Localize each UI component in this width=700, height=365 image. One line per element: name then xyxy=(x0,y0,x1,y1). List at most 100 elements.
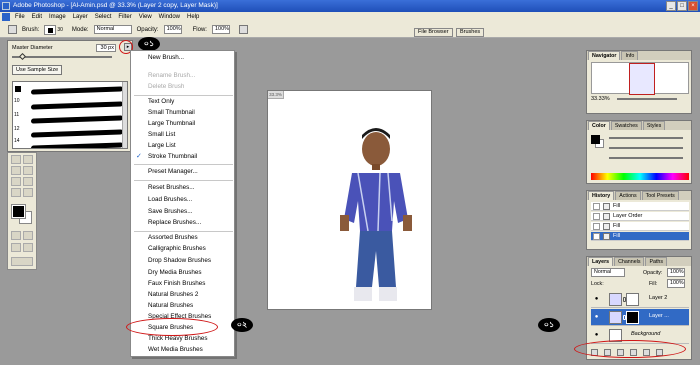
crop-tool-icon[interactable] xyxy=(11,166,21,175)
history-row[interactable]: Fill xyxy=(591,222,689,231)
menu-item-save-brushes[interactable]: Save Brushes... xyxy=(148,207,192,217)
tab-paths[interactable]: Paths xyxy=(645,257,668,266)
clone-stamp-icon[interactable] xyxy=(11,188,21,197)
tab-styles[interactable]: Styles xyxy=(642,121,666,130)
color-slider-g[interactable] xyxy=(609,147,683,149)
tab-actions[interactable]: Actions xyxy=(615,191,641,200)
tab-channels[interactable]: Channels xyxy=(614,257,645,266)
menu-item-preset-manager[interactable]: Preset Manager... xyxy=(148,167,198,177)
tab-navigator[interactable]: Navigator xyxy=(588,51,621,60)
master-diameter-field[interactable]: 30 px xyxy=(96,44,116,52)
tab-color[interactable]: Color xyxy=(588,121,610,130)
menu-item-reset-brushes[interactable]: Reset Brushes... xyxy=(148,183,195,193)
blend-mode-select[interactable]: Normal xyxy=(591,268,625,277)
menu-item-new-brush[interactable]: New Brush... xyxy=(148,53,184,63)
foreground-color-swatch[interactable] xyxy=(11,204,26,219)
tab-layers[interactable]: Layers xyxy=(588,257,614,266)
eye-icon[interactable]: ● xyxy=(593,332,600,338)
minimize-button[interactable]: _ xyxy=(666,1,676,11)
menu-item-faux-finish-brushes[interactable]: Faux Finish Brushes xyxy=(148,279,205,289)
menu-item-text-only[interactable]: Text Only xyxy=(148,97,174,107)
menu-select[interactable]: Select xyxy=(95,14,112,20)
brush-item[interactable]: 14 xyxy=(13,138,127,148)
tab-tool-presets[interactable]: Tool Presets xyxy=(641,191,679,200)
menu-item-drop-shadow-brushes[interactable]: Drop Shadow Brushes xyxy=(148,256,211,266)
file-browser-tab[interactable]: File Browser xyxy=(414,28,453,37)
navigator-view-box[interactable] xyxy=(629,63,655,95)
menu-edit[interactable]: Edit xyxy=(32,14,42,20)
menu-item-replace-brushes[interactable]: Replace Brushes... xyxy=(148,218,201,228)
document-canvas[interactable]: 33.3% xyxy=(267,90,432,310)
close-button[interactable]: × xyxy=(688,1,698,11)
layer-row-selected[interactable]: ● Layer ... xyxy=(591,309,689,326)
menu-item-natural-brushes[interactable]: Natural Brushes xyxy=(148,301,193,311)
brushes-tab[interactable]: Brushes xyxy=(456,28,485,37)
menu-item-rename-brush[interactable]: Rename Brush... xyxy=(148,71,195,81)
layers-opacity-field[interactable]: 100% xyxy=(667,268,685,277)
navigator-preview[interactable] xyxy=(591,62,689,95)
magic-wand-tool-icon[interactable] xyxy=(23,155,33,164)
screen-mode-icon[interactable] xyxy=(11,243,21,252)
menu-help[interactable]: Help xyxy=(187,14,199,20)
history-row[interactable]: Fill xyxy=(591,202,689,211)
menu-item-assorted-brushes[interactable]: Assorted Brushes xyxy=(148,233,198,243)
brush-list-scrollbar[interactable] xyxy=(122,82,127,148)
tab-history[interactable]: History xyxy=(588,191,615,200)
history-brush-source[interactable] xyxy=(593,223,600,230)
slider-thumb[interactable] xyxy=(18,52,27,61)
brush-item[interactable] xyxy=(13,84,127,96)
brush-tool-icon[interactable] xyxy=(23,177,33,186)
color-ramp[interactable] xyxy=(591,173,689,180)
menu-item-load-brushes[interactable]: Load Brushes... xyxy=(148,195,192,205)
brush-preset-picker[interactable] xyxy=(44,24,57,35)
navigator-zoom-value[interactable]: 33.33% xyxy=(591,96,610,102)
full-screen-icon[interactable] xyxy=(23,243,33,252)
imageready-icon[interactable] xyxy=(11,257,33,266)
history-brush-source[interactable] xyxy=(593,203,600,210)
history-row-selected[interactable]: Fill xyxy=(591,232,689,241)
maximize-button[interactable]: □ xyxy=(677,1,687,11)
healing-brush-icon[interactable] xyxy=(11,177,21,186)
menu-item-small-thumbnail[interactable]: Small Thumbnail xyxy=(148,108,195,118)
menu-item-delete-brush[interactable]: Delete Brush xyxy=(148,82,184,92)
use-sample-size-button[interactable]: Use Sample Size xyxy=(12,65,63,75)
layer-row[interactable]: ● Layer 2 xyxy=(591,291,689,308)
menu-item-dry-media-brushes[interactable]: Dry Media Brushes xyxy=(148,268,202,278)
brush-item[interactable]: 11 xyxy=(13,112,127,124)
lasso-tool-icon[interactable] xyxy=(11,155,21,164)
menu-image[interactable]: Image xyxy=(49,14,66,20)
airbrush-icon[interactable] xyxy=(238,25,248,34)
flow-field[interactable]: 100% xyxy=(211,25,230,34)
color-fg-swatch[interactable] xyxy=(591,135,600,144)
menu-item-large-list[interactable]: Large List xyxy=(148,141,176,151)
standard-mode-icon[interactable] xyxy=(11,231,21,240)
history-brush-icon[interactable] xyxy=(23,188,33,197)
menu-file[interactable]: File xyxy=(15,14,25,20)
layers-fill-field[interactable]: 100% xyxy=(667,279,685,288)
brush-tool-icon[interactable] xyxy=(8,25,17,34)
history-brush-source[interactable] xyxy=(593,213,600,220)
tab-info[interactable]: Info xyxy=(621,51,639,60)
quick-mask-icon[interactable] xyxy=(23,231,33,240)
slice-tool-icon[interactable] xyxy=(23,166,33,175)
color-slider-b[interactable] xyxy=(609,157,683,159)
opacity-field[interactable]: 100% xyxy=(163,25,182,34)
menu-window[interactable]: Window xyxy=(159,14,180,20)
navigator-zoom-slider[interactable] xyxy=(617,98,677,100)
menu-item-large-thumbnail[interactable]: Large Thumbnail xyxy=(148,119,195,129)
menu-item-calligraphic-brushes[interactable]: Calligraphic Brushes xyxy=(148,244,206,254)
mode-select[interactable]: Normal xyxy=(93,25,132,34)
menu-item-stroke-thumbnail[interactable]: Stroke Thumbnail xyxy=(148,152,197,162)
eye-icon[interactable]: ● xyxy=(593,314,600,320)
menu-item-natural-brushes-2[interactable]: Natural Brushes 2 xyxy=(148,290,198,300)
history-row[interactable]: Layer Order xyxy=(591,212,689,221)
color-slider-r[interactable] xyxy=(609,137,683,139)
history-brush-source[interactable] xyxy=(593,233,600,240)
master-diameter-slider[interactable] xyxy=(12,56,112,58)
menu-layer[interactable]: Layer xyxy=(73,14,88,20)
menu-filter[interactable]: Filter xyxy=(118,14,131,20)
menu-item-wet-media-brushes[interactable]: Wet Media Brushes xyxy=(148,345,203,355)
eye-icon[interactable]: ● xyxy=(593,296,600,302)
menu-view[interactable]: View xyxy=(139,14,152,20)
layer-mask-thumbnail[interactable] xyxy=(626,311,639,324)
